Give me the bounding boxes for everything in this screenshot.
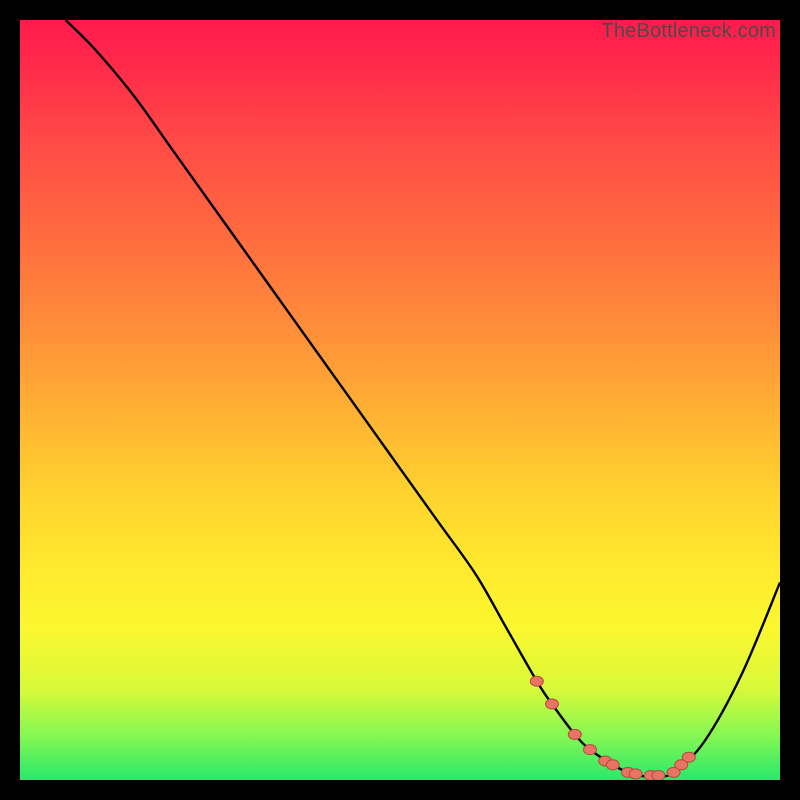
outer-frame: TheBottleneck.com xyxy=(0,0,800,800)
highlight-dot xyxy=(530,676,543,686)
highlight-dot xyxy=(606,760,619,770)
highlight-dot xyxy=(546,699,559,709)
highlight-dot xyxy=(584,745,597,755)
attribution-text: TheBottleneck.com xyxy=(601,20,776,43)
highlight-dot xyxy=(629,769,642,779)
highlight-dot xyxy=(682,752,695,762)
plot-area: TheBottleneck.com xyxy=(20,20,780,780)
highlight-dots xyxy=(530,676,695,780)
highlight-dot xyxy=(652,770,665,780)
curve-layer xyxy=(20,20,780,780)
highlight-dot xyxy=(568,729,581,739)
bottleneck-curve xyxy=(66,20,780,777)
